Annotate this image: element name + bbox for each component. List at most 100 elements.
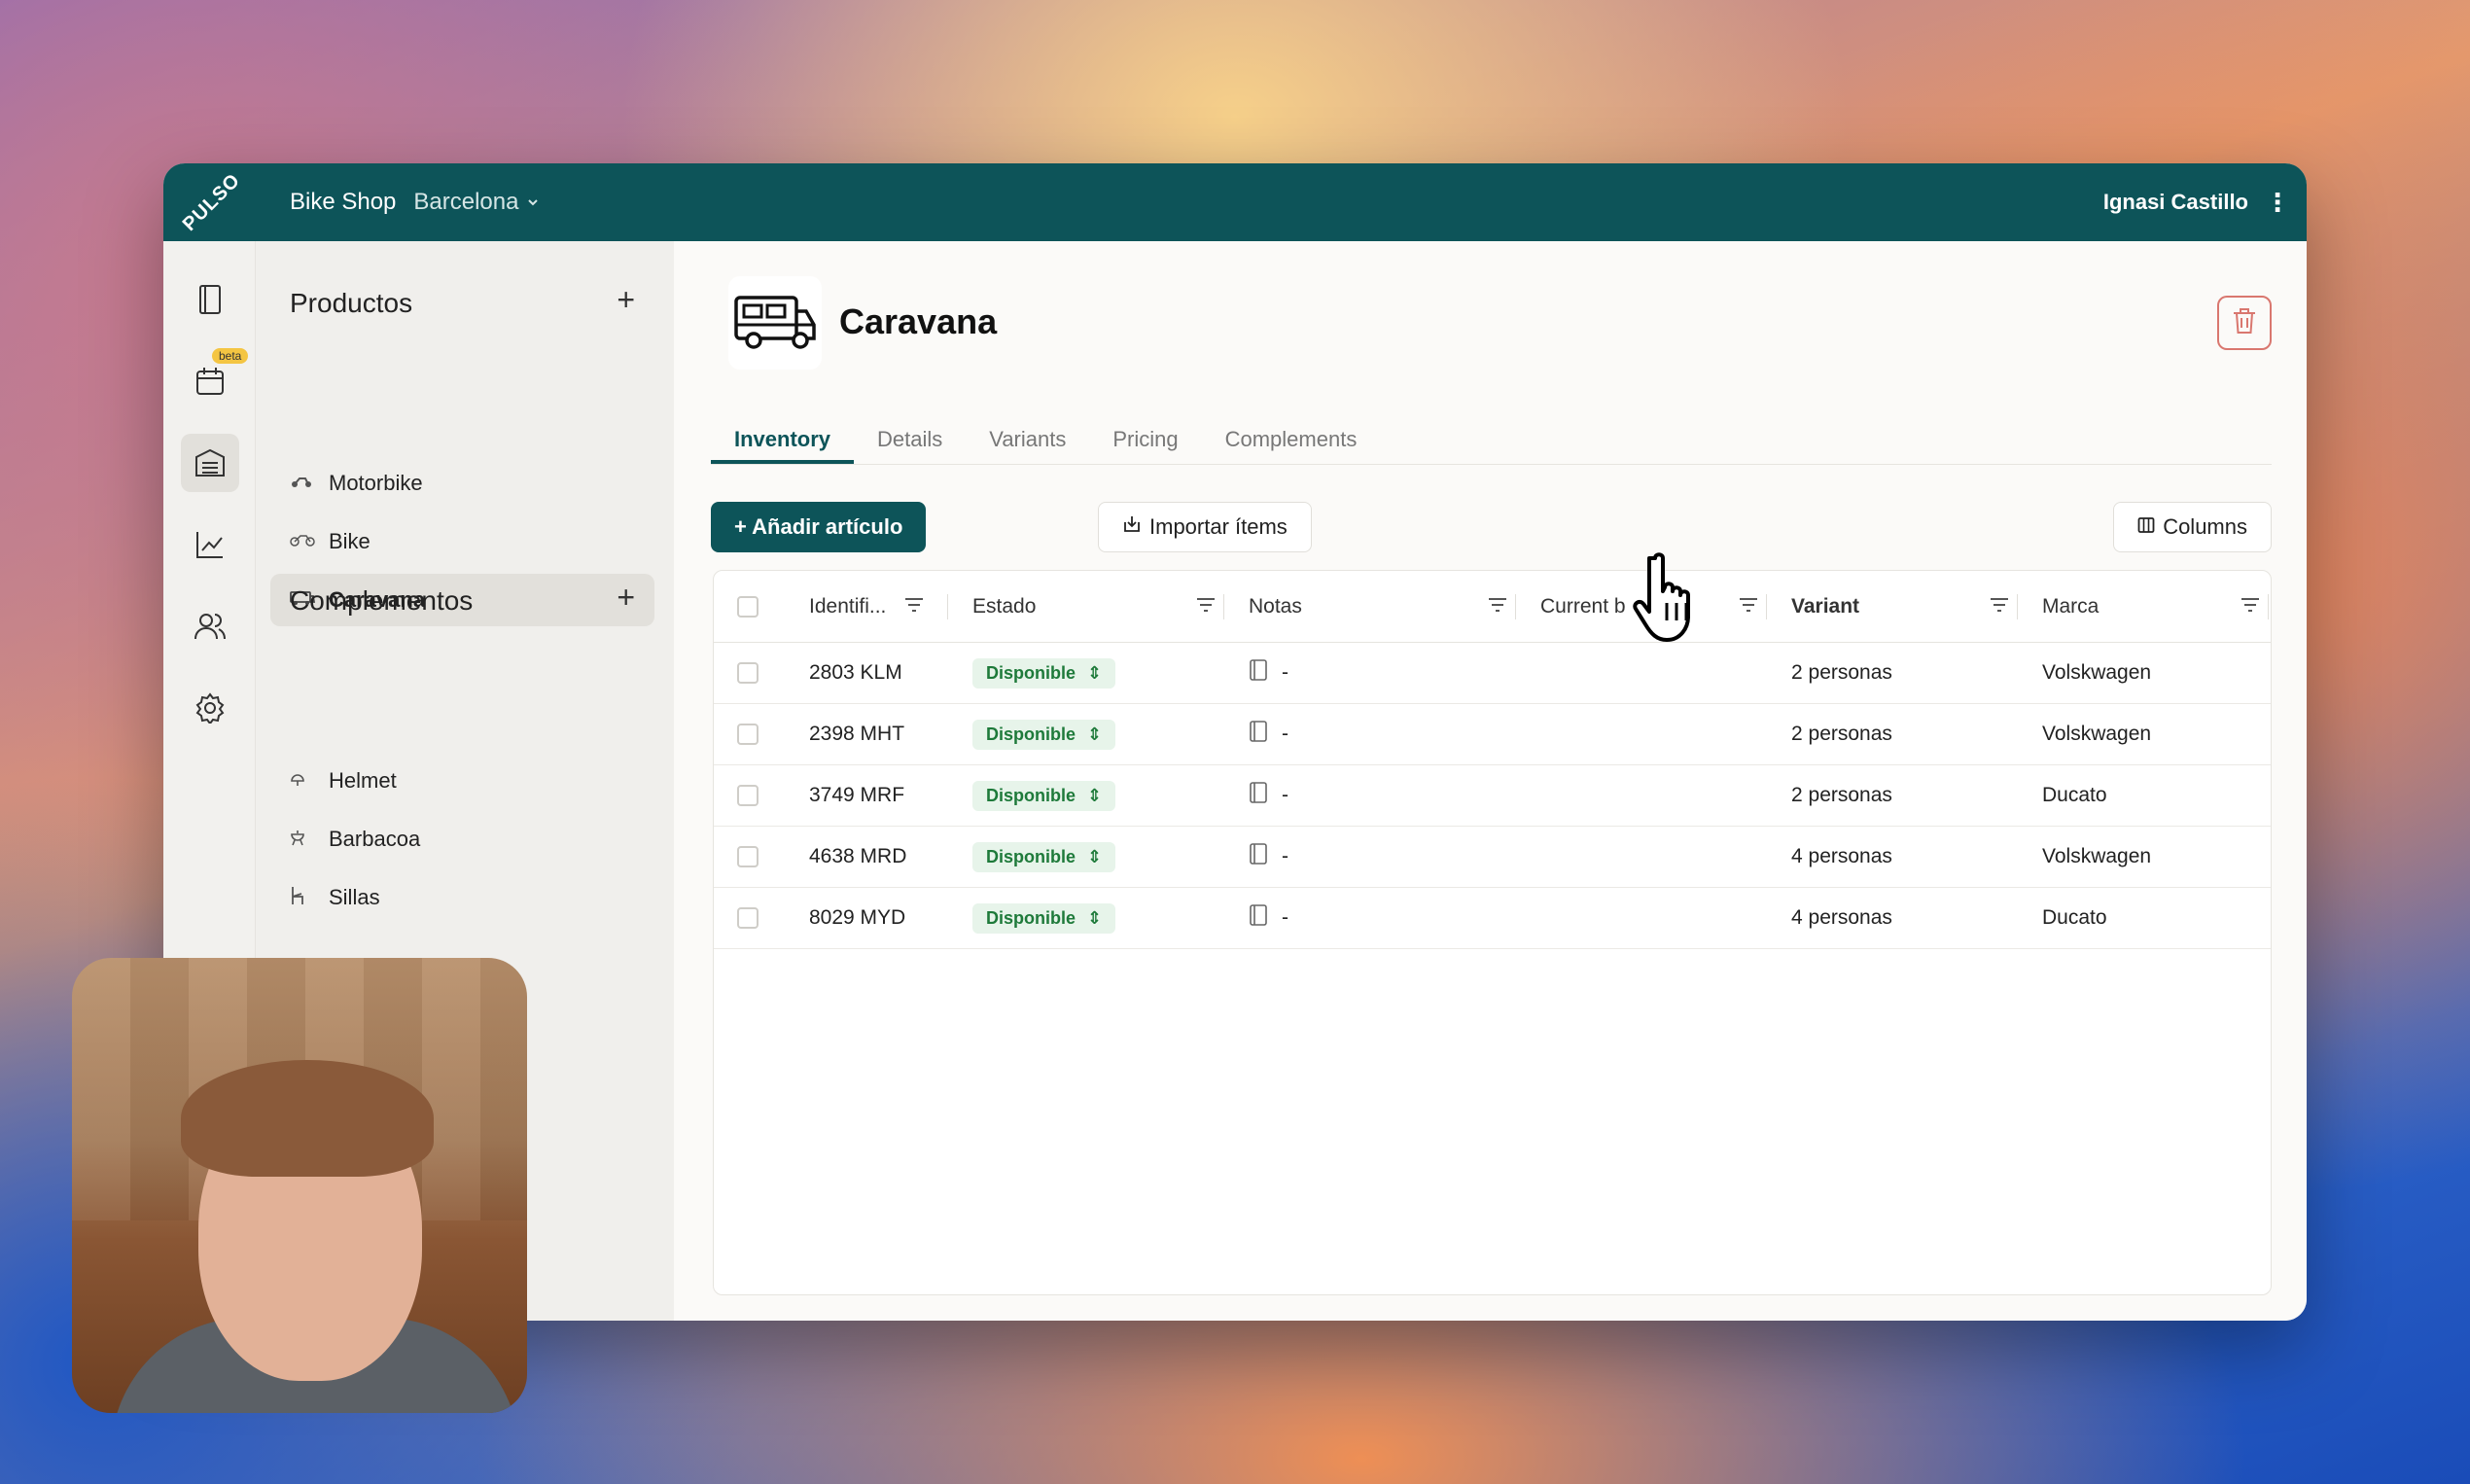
table-header: Identifi... Estado Notas Current b Varia… — [714, 571, 2271, 643]
users-icon[interactable] — [181, 597, 239, 655]
filter-icon[interactable] — [1990, 595, 2009, 618]
inventory-table: Identifi... Estado Notas Current b Varia… — [713, 570, 2272, 1295]
sidebar-item-bike[interactable]: Bike — [270, 515, 654, 568]
notes-icon[interactable] — [1249, 781, 1268, 810]
sidebar-item-label: Barbacoa — [329, 827, 421, 851]
row-checkbox[interactable] — [737, 662, 759, 684]
status-badge[interactable]: Disponible ⇕ — [972, 719, 1116, 750]
cell-id: 3749 MRF — [809, 784, 905, 806]
shop-name[interactable]: Bike Shop — [290, 189, 396, 216]
import-items-button[interactable]: Importar ítems — [1098, 502, 1312, 552]
tab-complements[interactable]: Complements — [1202, 416, 1381, 464]
sidebar-item-motorbike[interactable]: Motorbike — [270, 457, 654, 510]
more-vertical-icon[interactable]: ⋮ — [2248, 188, 2307, 218]
header-estado[interactable]: Estado — [972, 595, 1036, 618]
delete-button[interactable] — [2217, 296, 2272, 350]
add-product-button[interactable]: + — [617, 282, 635, 318]
cell-id: 4638 MRD — [809, 845, 907, 867]
table-row[interactable]: 4638 MRD Disponible ⇕ - 4 personas Volskw… — [714, 827, 2271, 888]
cell-id: 2803 KLM — [809, 661, 902, 684]
cell-marca: Ducato — [2042, 906, 2107, 929]
webcam-person-hair — [181, 1060, 434, 1177]
notes-icon[interactable] — [1249, 842, 1268, 871]
table-row[interactable]: 3749 MRF Disponible ⇕ - 2 personas Ducato — [714, 765, 2271, 827]
trash-icon — [2232, 307, 2257, 339]
import-items-label: Importar ítems — [1149, 514, 1288, 539]
row-checkbox[interactable] — [737, 724, 759, 745]
import-icon — [1122, 514, 1142, 540]
top-bar: PULSO Bike Shop Barcelona Ignasi Castill… — [163, 163, 2307, 241]
row-checkbox[interactable] — [737, 785, 759, 806]
pulso-logo[interactable]: PULSO — [163, 163, 261, 241]
cell-marca: Volskwagen — [2042, 661, 2152, 684]
status-badge[interactable]: Disponible ⇕ — [972, 841, 1116, 872]
header-marca[interactable]: Marca — [2042, 595, 2099, 618]
tab-variants[interactable]: Variants — [966, 416, 1089, 464]
complementos-title: Complementos — [290, 585, 474, 616]
header-identificador[interactable]: Identifi... — [809, 595, 886, 618]
chevron-updown-icon: ⇕ — [1087, 846, 1103, 866]
table-row[interactable]: 8029 MYD Disponible ⇕ - 4 personas Ducato — [714, 888, 2271, 949]
settings-icon[interactable] — [181, 679, 239, 737]
header-notas[interactable]: Notas — [1249, 595, 1302, 618]
cell-variant: 2 personas — [1791, 723, 1892, 745]
page-title: Caravana — [839, 301, 998, 341]
status-badge[interactable]: Disponible ⇕ — [972, 780, 1116, 811]
header-variant[interactable]: Variant — [1791, 595, 1859, 618]
tab-pricing[interactable]: Pricing — [1089, 416, 1201, 464]
sidebar-item-label: Motorbike — [329, 471, 423, 495]
add-item-button[interactable]: + Añadir artículo — [711, 502, 927, 552]
orders-icon[interactable] — [181, 270, 239, 329]
bike-icon — [290, 533, 329, 551]
cell-notas: - — [1282, 723, 1288, 745]
user-name[interactable]: Ignasi Castillo — [2103, 190, 2248, 215]
sidebar-item-sillas[interactable]: Sillas — [270, 871, 654, 924]
table-row[interactable]: 2803 KLM Disponible ⇕ - 2 personas Volskw… — [714, 643, 2271, 704]
productos-title: Productos — [290, 288, 413, 318]
select-all-checkbox[interactable] — [737, 595, 759, 618]
header-current[interactable]: Current b — [1540, 595, 1626, 618]
tab-details[interactable]: Details — [854, 416, 966, 464]
tab-inventory[interactable]: Inventory — [711, 416, 855, 464]
inventory-icon[interactable] — [181, 434, 239, 492]
cell-notas: - — [1282, 784, 1288, 806]
chart-icon[interactable] — [181, 515, 239, 574]
city-selector[interactable]: Barcelona — [413, 189, 540, 216]
sidebar-item-barbacoa[interactable]: Barbacoa — [270, 813, 654, 866]
status-badge[interactable]: Disponible ⇕ — [972, 657, 1116, 689]
cell-variant: 4 personas — [1791, 845, 1892, 867]
row-checkbox[interactable] — [737, 846, 759, 867]
notes-icon[interactable] — [1249, 903, 1268, 933]
cell-marca: Ducato — [2042, 784, 2107, 806]
notes-icon[interactable] — [1249, 658, 1268, 688]
table-row[interactable]: 2398 MHT Disponible ⇕ - 2 personas Volskw… — [714, 704, 2271, 765]
add-complement-button[interactable]: + — [617, 580, 635, 616]
filter-icon[interactable] — [904, 595, 924, 618]
status-label: Disponible — [986, 785, 1076, 805]
filter-icon[interactable] — [1739, 595, 1758, 618]
cell-variant: 4 personas — [1791, 906, 1892, 929]
filter-icon[interactable] — [1488, 595, 1507, 618]
chevron-updown-icon: ⇕ — [1087, 785, 1103, 805]
chevron-down-icon — [526, 189, 540, 216]
sidebar-item-label: Helmet — [329, 768, 397, 793]
cell-variant: 2 personas — [1791, 661, 1892, 684]
sidebar-item-label: Sillas — [329, 885, 380, 909]
status-badge[interactable]: Disponible ⇕ — [972, 902, 1116, 934]
sidebar-item-helmet[interactable]: Helmet — [270, 755, 654, 807]
cell-marca: Volskwagen — [2042, 845, 2152, 867]
filter-icon[interactable] — [1196, 595, 1216, 618]
cell-notas: - — [1282, 845, 1288, 867]
columns-icon — [2137, 514, 2155, 540]
columns-label: Columns — [2163, 514, 2247, 539]
notes-icon[interactable] — [1249, 720, 1268, 749]
status-label: Disponible — [986, 907, 1076, 928]
row-checkbox[interactable] — [737, 907, 759, 929]
motorbike-icon — [290, 475, 329, 493]
columns-button[interactable]: Columns — [2113, 502, 2272, 552]
beta-badge: beta — [212, 348, 249, 364]
filter-icon[interactable] — [2241, 595, 2260, 618]
product-thumbnail — [728, 276, 822, 370]
hand-cursor-icon — [1632, 550, 1710, 649]
webcam-overlay — [72, 958, 527, 1413]
